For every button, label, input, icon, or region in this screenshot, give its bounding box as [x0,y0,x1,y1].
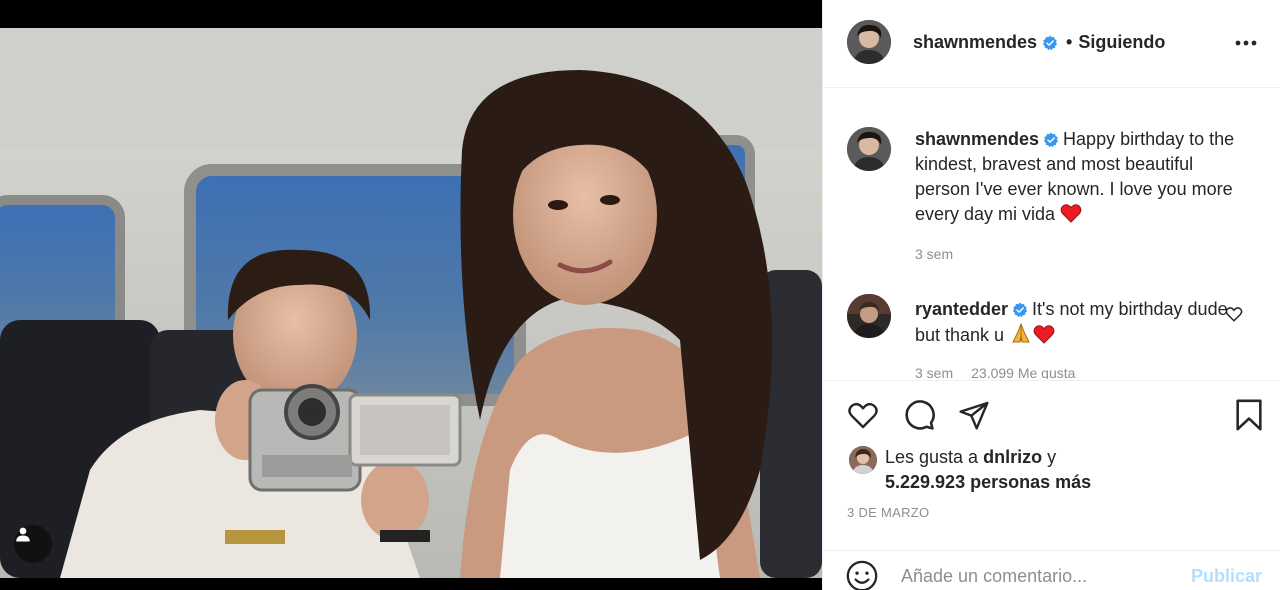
header-user-block: shawnmendes • Siguiendo [913,32,1165,53]
caption-username[interactable]: shawnmendes [915,129,1039,149]
verified-icon [1042,35,1058,50]
liker-username[interactable]: dnlrizo [983,447,1042,467]
publish-button[interactable]: Publicar [1191,566,1262,587]
more-options-button[interactable] [1233,30,1259,56]
share-icon [959,401,989,430]
header-separator: • [1066,32,1073,52]
author-avatar[interactable] [847,20,891,64]
share-button[interactable] [956,397,992,433]
save-icon [1236,399,1262,431]
like-button[interactable] [845,397,881,433]
post-header: shawnmendes • Siguiendo [823,0,1280,88]
like-icon [848,402,878,429]
heart-emoji-icon [1060,204,1082,223]
folded-hands-emoji-icon [1012,322,1030,343]
comment: ryantedder It's not my birthday dude but… [915,297,1235,348]
post-actions: Les gusta a dnlrizo y 5.229.923 personas… [823,380,1280,540]
post-date[interactable]: 3 DE MARZO [847,505,929,520]
save-button[interactable] [1231,397,1267,433]
likes-joiner: y [1047,447,1057,467]
commenter-username[interactable]: ryantedder [915,299,1008,319]
comment-time[interactable]: 3 sem [915,365,953,379]
comment-like-icon [1225,307,1243,322]
emoji-icon [846,560,878,590]
comment-icon [905,400,935,430]
comments-list[interactable]: shawnmendes Happy birthday to the kindes… [823,89,1280,379]
likes-prefix: Les gusta a [885,447,979,467]
likes-others-count[interactable]: 5.229.923 personas más [885,472,1091,492]
comment-input[interactable] [901,561,1181,590]
user-tag-icon [16,527,30,542]
comment-like-button[interactable] [1225,305,1247,327]
verified-icon [1043,132,1059,148]
user-tag-button[interactable] [14,525,52,563]
likes-text: Les gusta a dnlrizo y 5.229.923 personas… [885,445,1265,495]
author-username[interactable]: shawnmendes [913,32,1037,53]
post-photo[interactable] [0,0,822,590]
post-side-panel: shawnmendes • Siguiendo shawnmendes Happ… [822,0,1280,590]
comment-likes[interactable]: 23.099 Me gusta [971,365,1075,379]
add-comment-bar: Publicar [823,550,1280,590]
comment-button[interactable] [901,397,937,433]
caption: shawnmendes Happy birthday to the kindes… [915,127,1245,227]
verified-icon [1012,302,1028,318]
liker-avatar[interactable] [849,446,877,474]
more-options-icon [1235,40,1257,46]
follow-status-button[interactable]: Siguiendo [1078,32,1165,53]
caption-time[interactable]: 3 sem [915,246,953,262]
heart-emoji-icon [1033,325,1055,344]
comment-meta: 3 sem 23.099 Me gusta [915,365,1093,379]
commenter-avatar[interactable] [847,294,891,338]
post-image [0,0,822,590]
caption-author-avatar[interactable] [847,127,891,171]
emoji-button[interactable] [845,559,881,590]
